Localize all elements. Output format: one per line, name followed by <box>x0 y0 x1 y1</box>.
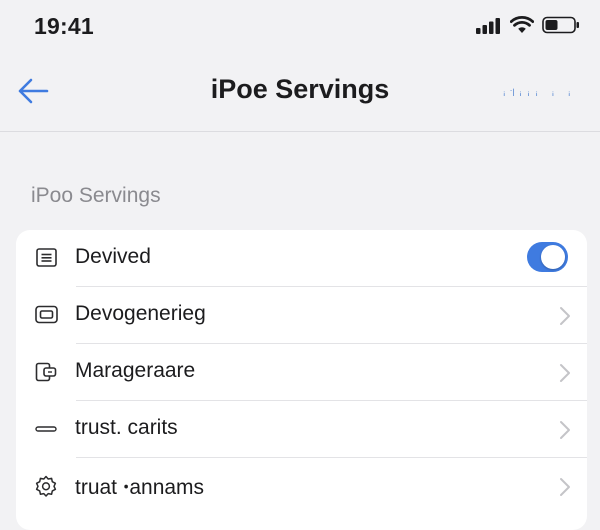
settings-row-trust-carits[interactable]: trust. carits <box>16 401 587 458</box>
manage-icon <box>34 360 60 384</box>
section-header: iPoo Servings <box>31 184 161 207</box>
chevron-right-icon <box>559 477 571 497</box>
row-label: Devived <box>75 245 151 268</box>
settings-row-devived[interactable]: Devived <box>16 230 587 287</box>
gear-icon <box>34 474 60 498</box>
line-icon <box>34 417 60 441</box>
navigation-bar: iPoe Servings ꜟ꜉ꜟꜟꜟ ꜟ ꜟ <box>0 56 600 132</box>
settings-group: Devived Devogenerieg Marageraare trust. … <box>16 230 587 530</box>
status-icons <box>476 16 580 34</box>
settings-row-truat-annams[interactable]: truat ꞏannams <box>16 458 587 515</box>
battery-icon <box>542 16 580 34</box>
status-time: 19:41 <box>34 13 94 39</box>
row-label: truat ꞏannams <box>75 476 205 499</box>
nav-right-text[interactable]: ꜟ꜉ꜟꜟꜟ ꜟ ꜟ <box>501 86 574 99</box>
device-icon <box>34 303 60 327</box>
row-label: Devogenerieg <box>75 302 206 325</box>
devived-toggle[interactable] <box>527 242 568 272</box>
list-icon <box>34 246 60 270</box>
chevron-right-icon <box>559 363 571 383</box>
status-bar: 19:41 <box>0 0 600 56</box>
toggle-knob <box>541 245 565 269</box>
row-label: Marageraare <box>75 359 196 382</box>
settings-row-devogenerieg[interactable]: Devogenerieg <box>16 287 587 344</box>
settings-row-marageraare[interactable]: Marageraare <box>16 344 587 401</box>
wifi-icon <box>510 16 534 34</box>
chevron-right-icon <box>559 306 571 326</box>
row-label: trust. carits <box>75 416 178 439</box>
signal-icon <box>476 17 502 34</box>
chevron-right-icon <box>559 420 571 440</box>
